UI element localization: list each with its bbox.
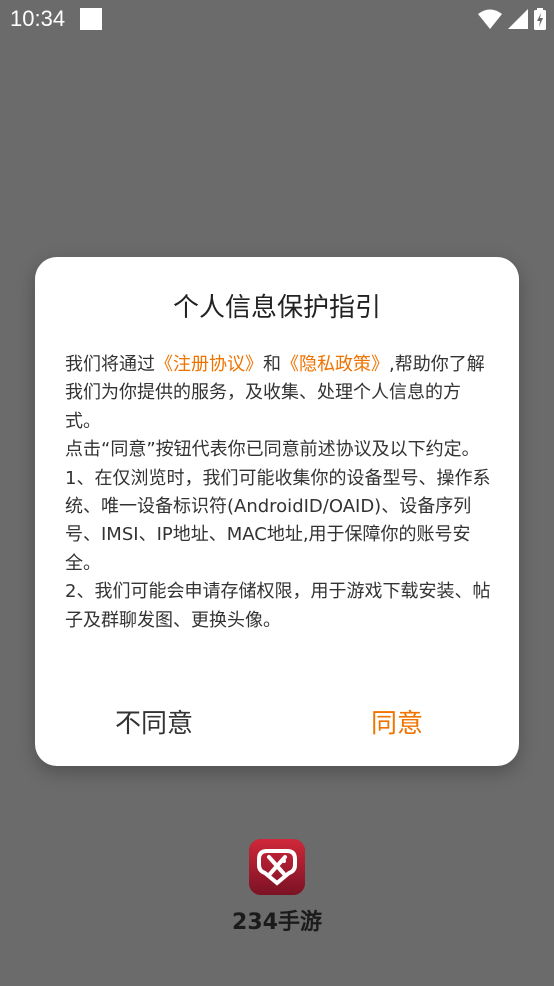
battery-icon (534, 8, 546, 30)
body-paragraph-3: 1、在仅浏览时，我们可能收集你的设备型号、操作系统、唯一设备标识符(Androi… (65, 467, 491, 574)
agree-button[interactable]: 同意 (371, 703, 423, 740)
gamepad-heart-icon (249, 839, 305, 895)
body-text: 我们将通过 (65, 354, 155, 375)
dialog-title: 个人信息保护指引 (172, 293, 381, 323)
body-paragraph-4: 2、我们可能会申请存储权限，用于游戏下载安装、帖子及群聊发图、更换头像。 (65, 581, 491, 631)
screen: 10:34 个人信息保护指引 我们将通过《注册协议》和《隐私政策》,帮助你了解我… (0, 0, 554, 986)
privacy-dialog: 个人信息保护指引 我们将通过《注册协议》和《隐私政策》,帮助你了解我们为你提供的… (35, 257, 519, 766)
signal-icon (508, 9, 528, 29)
app-logo (249, 839, 305, 895)
body-paragraph-1: 我们将通过《注册协议》和《隐私政策》,帮助你了解我们为你提供的服务，及收集、处理… (65, 351, 491, 436)
status-bar: 10:34 (0, 0, 554, 38)
status-icons (478, 8, 546, 30)
wifi-icon (478, 8, 502, 30)
status-time: 10:34 (10, 6, 66, 31)
notification-icon (80, 8, 102, 30)
app-name: 234手游 (232, 910, 322, 935)
body-text: 和 (263, 354, 281, 375)
disagree-button[interactable]: 不同意 (115, 703, 193, 740)
body-paragraph-2: 点击“同意”按钮代表你已同意前述协议及以下约定。 (65, 439, 480, 461)
dialog-body[interactable]: 我们将通过《注册协议》和《隐私政策》,帮助你了解我们为你提供的服务，及收集、处理… (65, 351, 491, 647)
register-agreement-link[interactable]: 《注册协议》 (155, 354, 263, 375)
privacy-policy-link[interactable]: 《隐私政策》 (281, 354, 389, 375)
dialog-buttons: 不同意 同意 (35, 697, 519, 747)
